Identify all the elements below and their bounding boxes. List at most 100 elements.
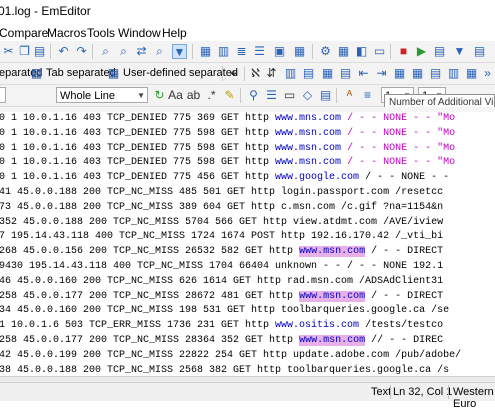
copy-icon[interactable]: ❐ — [17, 44, 32, 59]
regex-icon[interactable]: .* — [204, 88, 219, 103]
snippets-icon[interactable]: ▣ — [272, 44, 287, 59]
menu-help[interactable]: Help — [162, 26, 187, 40]
column-adjust-icon[interactable]: ▥ — [283, 66, 298, 81]
color-icon[interactable]: ▥ — [446, 66, 461, 81]
macro-icon[interactable]: ▤ — [432, 44, 447, 59]
replace-icon[interactable]: ⇄ — [134, 44, 149, 59]
toolbar-separator — [222, 66, 223, 81]
log-line[interactable]: 42 45.0.0.199 200 TCP_NC_MISS 22822 254 … — [0, 349, 461, 363]
status-bar: Text Ln 32, Col 1 Western Euro — [0, 382, 495, 410]
format-icon[interactable]: ▤ — [338, 66, 353, 81]
filter-combo-left[interactable] — [0, 87, 6, 103]
workspace-icon[interactable]: ◧ — [354, 44, 369, 59]
borders-icon[interactable]: ▤ — [428, 66, 443, 81]
column-select-icon[interactable]: ▦ — [392, 66, 407, 81]
line-text: / - - NONE - - — [359, 172, 456, 184]
line-text: // - - DIREC — [365, 335, 444, 346]
csv-toolbar: eparated ▦ Tab separated ▦ User-defined … — [0, 63, 495, 85]
freeze-icon[interactable]: ▦ — [320, 66, 335, 81]
line-text: / - - NONE - - "Mo — [341, 157, 456, 169]
column-icon[interactable]: ▤ — [301, 66, 316, 81]
line-text: 42 45.0.0.199 200 TCP_NC_MISS 22822 254 … — [0, 349, 462, 361]
log-line[interactable]: 7 195.14.43.118 400 TCP_NC_MISS 1724 167… — [0, 230, 443, 244]
status-encoding[interactable]: Western Euro — [453, 386, 495, 410]
add-filter-icon[interactable]: ☰ — [264, 88, 279, 103]
csv-icon[interactable]: ▦ — [198, 44, 213, 59]
filter-icon[interactable]: ▼ — [172, 44, 187, 59]
redo-icon[interactable]: ↷ — [74, 44, 89, 59]
find-icon[interactable]: ⌕ — [98, 44, 113, 59]
refresh-icon[interactable]: ↻ — [152, 88, 167, 103]
log-line[interactable]: 9430 195.14.43.118 400 TCP_NC_MISS 1704 … — [0, 260, 443, 274]
line-text: / - - NONE - - "Mo — [341, 113, 456, 124]
line-text: 46 45.0.0.160 200 TCP_NC_MISS 626 1614 G… — [0, 275, 444, 287]
log-line[interactable]: 258 45.0.0.177 200 TCP_NC_MISS 28672 481… — [0, 290, 443, 304]
text-editor[interactable]: 0 1 10.0.1.16 403 TCP_DENIED 775 369 GET… — [0, 112, 495, 376]
line-text: 0 1 10.0.1.16 403 TCP_DENIED 775 598 GET… — [0, 157, 276, 169]
log-line[interactable]: 46 45.0.0.160 200 TCP_NC_MISS 626 1614 G… — [0, 275, 443, 289]
log-line[interactable]: 41 45.0.0.188 200 TCP_NC_MISS 485 501 GE… — [0, 186, 443, 200]
paste-icon[interactable]: ▤ — [32, 44, 47, 59]
wrap-icon[interactable]: ⇥ — [374, 66, 389, 81]
line-text: 268 45.0.0.156 200 TCP_NC_MISS 26532 582… — [0, 246, 300, 258]
line-text: 0 1 10.0.1.16 403 TCP_DENIED 775 598 GET… — [0, 142, 276, 154]
grid-icon[interactable]: ▦ — [410, 66, 425, 81]
undo-icon[interactable]: ↶ — [56, 44, 71, 59]
user-defined-separated-button[interactable]: User-defined separated — [123, 67, 238, 79]
heading-icon[interactable]: ⌖ — [226, 66, 241, 81]
more-tools-icon[interactable]: ▤ — [472, 44, 487, 59]
log-line[interactable]: 268 45.0.0.156 200 TCP_NC_MISS 26532 582… — [0, 245, 443, 259]
sort-icon[interactable]: ℵ — [248, 66, 263, 81]
case-icon[interactable]: Aa — [168, 88, 183, 103]
line-text: 9430 195.14.43.118 400 TCP_NC_MISS 1704 … — [0, 261, 444, 272]
log-line[interactable]: 73 45.0.0.188 200 TCP_NC_MISS 389 604 GE… — [0, 201, 443, 215]
highlight-icon[interactable]: ✎ — [222, 88, 237, 103]
record-macro-icon[interactable]: ■ — [396, 44, 411, 59]
filter-scope-combo[interactable]: Whole Line ▼ — [56, 87, 148, 103]
filter-options-icon[interactable]: ⚲ — [246, 88, 261, 103]
lines-icon[interactable]: ≡ — [360, 88, 375, 103]
text-icon[interactable]: ▭ — [282, 88, 297, 103]
macro-options-icon[interactable]: ▼ — [452, 44, 467, 59]
window-title: 01.log - EmEditor — [0, 4, 91, 18]
table-icon[interactable]: ▦ — [464, 66, 479, 81]
log-line[interactable]: 0 1 10.0.1.16 403 TCP_DENIED 775 598 GET… — [0, 127, 455, 141]
log-line[interactable]: 0 1 10.0.1.16 403 TCP_DENIED 775 598 GET… — [0, 142, 455, 156]
sort-az-icon[interactable]: ᴬ — [342, 88, 357, 103]
log-line[interactable]: 0 1 10.0.1.16 403 TCP_DENIED 775 598 GET… — [0, 156, 455, 170]
split-icon[interactable]: ▭ — [372, 44, 387, 59]
columns-icon[interactable]: ▥ — [216, 44, 231, 59]
settings-icon[interactable]: ⚙ — [318, 44, 333, 59]
find-next-icon[interactable]: ⌕ — [116, 44, 131, 59]
toolbar-separator — [92, 44, 93, 59]
outline-icon[interactable]: ≣ — [234, 44, 249, 59]
log-line[interactable]: 352 45.0.0.188 200 TCP_NC_MISS 5704 566 … — [0, 216, 443, 230]
line-text: 41 45.0.0.188 200 TCP_NC_MISS 485 501 GE… — [0, 187, 444, 198]
bookmark-icon[interactable]: ◇ — [300, 88, 315, 103]
filter-scope-value: Whole Line — [60, 90, 116, 102]
run-macro-icon[interactable]: ▶ — [414, 44, 429, 59]
line-text: 73 45.0.0.188 200 TCP_NC_MISS 389 604 GE… — [0, 201, 444, 213]
status-position[interactable]: Ln 32, Col 1 — [393, 386, 452, 398]
properties-icon[interactable]: ▦ — [336, 44, 351, 59]
open-filter-icon[interactable]: ▤ — [318, 88, 333, 103]
log-line[interactable]: 38 45.0.0.188 200 TCP_NC_MISS 2568 382 G… — [0, 364, 449, 376]
log-line[interactable]: 1 10.0.1.6 503 TCP_ERR_MISS 1736 231 GET… — [0, 319, 443, 333]
cut-icon[interactable]: ✂ — [1, 44, 16, 59]
toolbar-more-icon[interactable]: » — [480, 66, 495, 81]
log-line[interactable]: 258 45.0.0.177 200 TCP_NC_MISS 28364 352… — [0, 334, 443, 348]
log-line[interactable]: 0 1 10.0.1.16 403 TCP_DENIED 775 369 GET… — [0, 112, 455, 126]
word-icon[interactable]: ab — [186, 88, 201, 103]
log-line[interactable]: 0 1 10.0.1.16 403 TCP_DENIED 775 456 GET… — [0, 171, 455, 185]
align-icon[interactable]: ⇵ — [264, 66, 279, 81]
menu-window[interactable]: Window — [118, 26, 161, 40]
status-mode[interactable]: Text — [371, 386, 391, 398]
find-in-files-icon[interactable]: ⌕ — [152, 44, 167, 59]
log-line[interactable]: 34 45.0.0.160 200 TCP_NC_MISS 198 531 GE… — [0, 304, 449, 318]
ruler-icon[interactable]: ⇤ — [356, 66, 371, 81]
marker-icon[interactable]: ▦ — [292, 44, 307, 59]
list-icon[interactable]: ☰ — [252, 44, 267, 59]
menu-tools[interactable]: Tools — [87, 26, 115, 40]
menu-compare[interactable]: Compare — [0, 26, 48, 40]
menu-macros[interactable]: Macros — [47, 26, 86, 40]
